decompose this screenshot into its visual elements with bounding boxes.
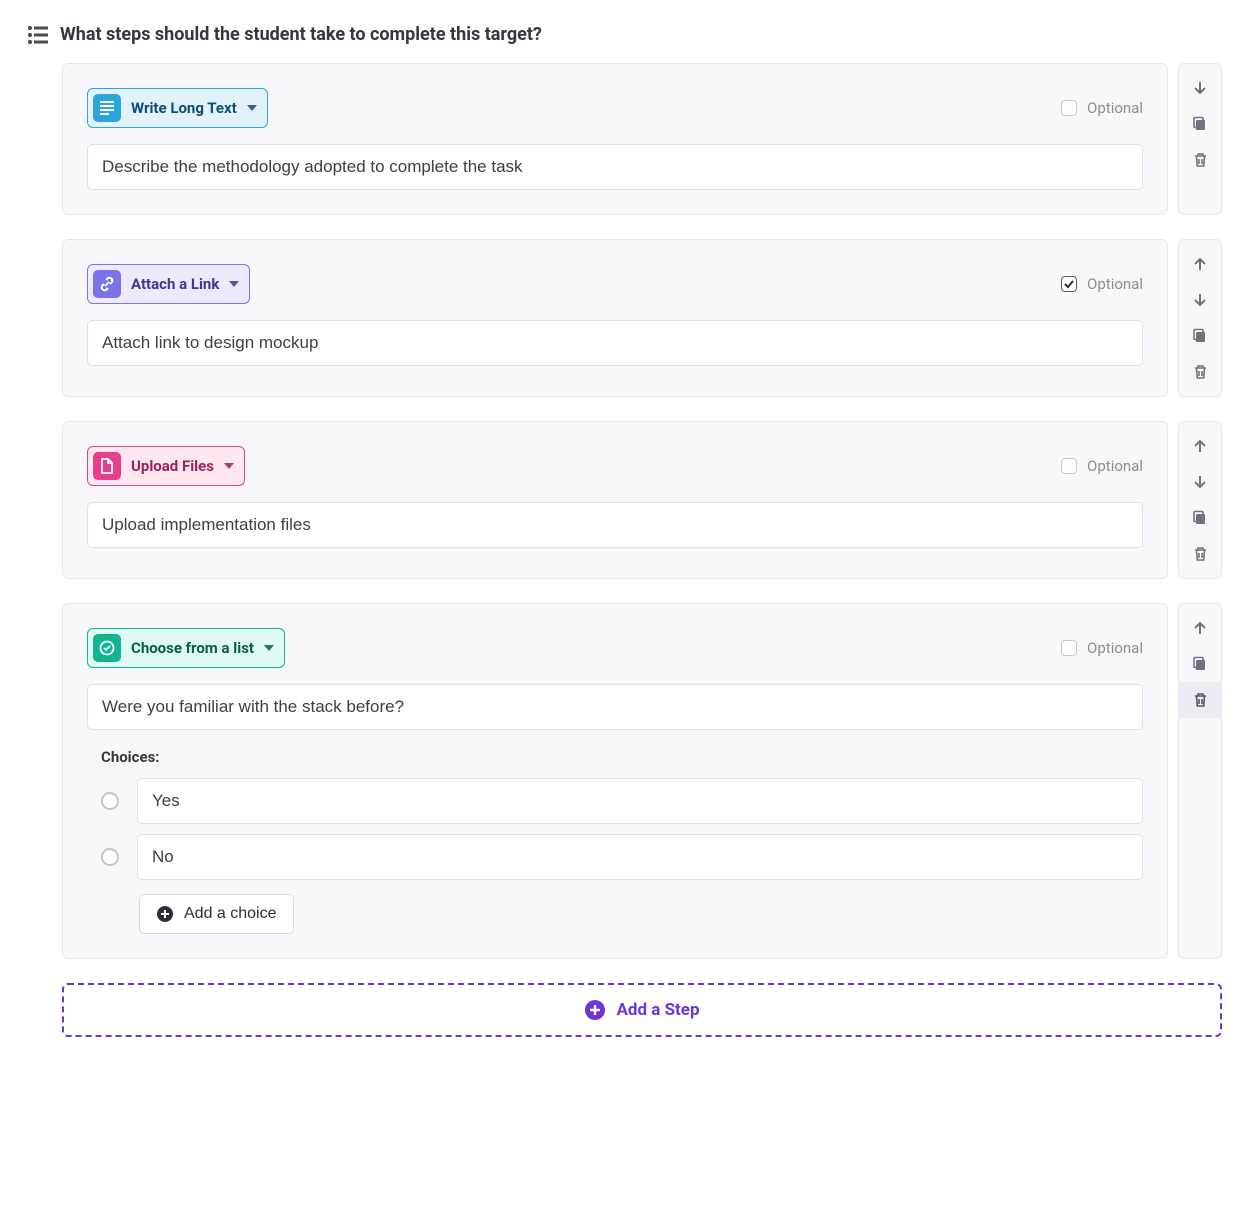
copy-button[interactable] [1179,500,1221,536]
file-icon [93,452,121,480]
delete-button[interactable] [1179,536,1221,572]
optional-label: Optional [1087,99,1143,117]
move-down-button[interactable] [1179,282,1221,318]
step-type-selector[interactable]: Upload Files [87,446,245,486]
delete-button[interactable] [1179,682,1221,718]
link-icon [93,270,121,298]
optional-toggle[interactable]: Optional [1061,275,1143,293]
copy-button[interactable] [1179,318,1221,354]
add-choice-label: Add a choice [184,905,277,923]
chevron-down-icon [247,105,257,112]
chevron-down-icon [264,645,274,652]
optional-label: Optional [1087,275,1143,293]
plus-circle-icon [584,999,606,1021]
step-actions [1178,421,1222,579]
optional-label: Optional [1087,457,1143,475]
step-card: Upload Files Optional [62,421,1168,579]
move-down-button[interactable] [1179,464,1221,500]
step-row: Attach a Link Optional [62,239,1222,397]
section-heading-text: What steps should the student take to co… [60,24,542,45]
step-type-label: Write Long Text [131,99,237,117]
delete-button[interactable] [1179,142,1221,178]
move-up-button[interactable] [1179,428,1221,464]
move-down-button[interactable] [1179,70,1221,106]
chevron-down-icon [224,463,234,470]
plus-circle-icon [156,905,174,923]
step-card: Attach a Link Optional [62,239,1168,397]
step-actions [1178,603,1222,959]
section-heading: What steps should the student take to co… [28,24,1222,45]
checkbox-icon [1061,640,1077,656]
move-up-button[interactable] [1179,246,1221,282]
choice-row [101,778,1143,824]
step-type-selector[interactable]: Choose from a list [87,628,285,668]
step-type-label: Choose from a list [131,639,254,657]
step-title-input[interactable] [87,320,1143,366]
add-step-button[interactable]: Add a Step [62,983,1222,1037]
step-actions [1178,239,1222,397]
check-circle-icon [93,634,121,662]
add-choice-button[interactable]: Add a choice [139,894,294,934]
checkbox-icon [1061,458,1077,474]
optional-toggle[interactable]: Optional [1061,639,1143,657]
step-card: Write Long Text Optional [62,63,1168,215]
choice-input[interactable] [137,834,1143,880]
radio-icon[interactable] [101,792,119,810]
step-title-input[interactable] [87,502,1143,548]
step-title-input[interactable] [87,684,1143,730]
step-actions [1178,63,1222,215]
delete-button[interactable] [1179,354,1221,390]
chevron-down-icon [229,281,239,288]
step-card: Choose from a list Optional Choices: [62,603,1168,959]
step-row: Upload Files Optional [62,421,1222,579]
step-type-label: Attach a Link [131,275,219,293]
optional-toggle[interactable]: Optional [1061,457,1143,475]
copy-button[interactable] [1179,106,1221,142]
step-type-selector[interactable]: Write Long Text [87,88,268,128]
choice-input[interactable] [137,778,1143,824]
copy-button[interactable] [1179,646,1221,682]
step-title-input[interactable] [87,144,1143,190]
step-type-label: Upload Files [131,457,214,475]
step-row: Write Long Text Optional [62,63,1222,215]
choices-heading: Choices: [101,748,1143,766]
radio-icon[interactable] [101,848,119,866]
step-type-selector[interactable]: Attach a Link [87,264,250,304]
optional-toggle[interactable]: Optional [1061,99,1143,117]
move-up-button[interactable] [1179,610,1221,646]
optional-label: Optional [1087,639,1143,657]
choice-row [101,834,1143,880]
checkbox-icon [1061,276,1077,292]
add-step-label: Add a Step [616,1000,699,1020]
list-icon [28,26,48,44]
checkbox-icon [1061,100,1077,116]
step-row: Choose from a list Optional Choices: [62,603,1222,959]
long-text-icon [93,94,121,122]
